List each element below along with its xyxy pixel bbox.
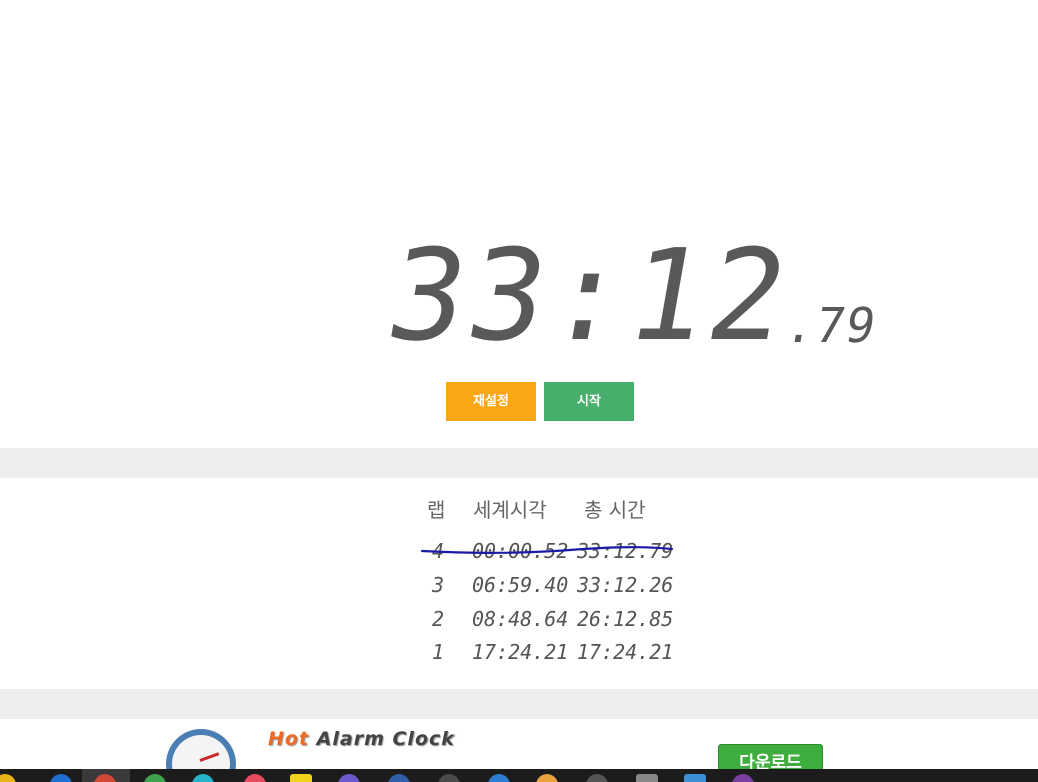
table-row: 1 17:24.21 17:24.21 bbox=[0, 639, 1038, 665]
app-icon[interactable] bbox=[338, 774, 360, 782]
ad-title-hot: Hot bbox=[268, 728, 310, 750]
lap-world-time: 00:00.52 bbox=[472, 539, 569, 563]
lap-number: 1 bbox=[432, 640, 445, 664]
folder-icon[interactable] bbox=[0, 774, 16, 782]
app-icon[interactable] bbox=[636, 774, 658, 782]
app-icon[interactable] bbox=[388, 774, 410, 782]
lap-total-time: 33:12.79 bbox=[577, 539, 674, 563]
lap-world-time: 17:24.21 bbox=[472, 640, 569, 664]
table-row: 4 00:00.52 33:12.79 bbox=[0, 538, 1038, 564]
stopwatch-panel: 33:12.79 재설정 시작 bbox=[0, 0, 1038, 448]
app-icon[interactable] bbox=[732, 774, 754, 782]
time-display: 33:12.79 bbox=[377, 222, 891, 369]
lap-number: 2 bbox=[432, 607, 445, 631]
lap-total-time: 26:12.85 bbox=[577, 607, 674, 631]
table-row: 3 06:59.40 33:12.26 bbox=[0, 572, 1038, 598]
laps-table: 랩 세계시각 총 시간 4 00:00.52 33:12.79 3 06:59.… bbox=[0, 478, 1038, 689]
taskbar bbox=[0, 769, 1038, 782]
table-row: 2 08:48.64 26:12.85 bbox=[0, 606, 1038, 632]
app-icon[interactable] bbox=[536, 774, 558, 782]
section-divider bbox=[0, 689, 1038, 719]
header-lap: 랩 bbox=[427, 498, 446, 522]
alarm-clock-icon bbox=[166, 729, 236, 769]
time-main-digits: 33:12 bbox=[377, 222, 803, 369]
app-icon[interactable] bbox=[290, 774, 312, 782]
ad-banner[interactable]: Hot Alarm Clock 다운로드 bbox=[0, 719, 1038, 769]
browser-icon[interactable] bbox=[144, 774, 166, 782]
lap-number: 3 bbox=[432, 573, 445, 597]
header-total-time: 총 시간 bbox=[584, 498, 646, 522]
ad-title[interactable]: Hot Alarm Clock bbox=[268, 728, 455, 750]
app-icon[interactable] bbox=[438, 774, 460, 782]
lap-total-time: 17:24.21 bbox=[577, 640, 674, 664]
app-icon[interactable] bbox=[586, 774, 608, 782]
start-button[interactable]: 시작 bbox=[544, 382, 634, 421]
lap-number: 4 bbox=[432, 539, 445, 563]
ad-title-rest: Alarm Clock bbox=[316, 728, 455, 750]
lap-world-time: 06:59.40 bbox=[472, 573, 569, 597]
download-button[interactable]: 다운로드 bbox=[718, 744, 823, 769]
reset-button[interactable]: 재설정 bbox=[446, 382, 536, 421]
app-icon[interactable] bbox=[192, 774, 214, 782]
app-icon[interactable] bbox=[244, 774, 266, 782]
lap-total-time: 33:12.26 bbox=[577, 573, 674, 597]
header-world-time: 세계시각 bbox=[473, 498, 547, 522]
section-divider bbox=[0, 448, 1038, 478]
edge-icon[interactable] bbox=[50, 774, 72, 782]
app-icon[interactable] bbox=[488, 774, 510, 782]
app-icon[interactable] bbox=[684, 774, 706, 782]
lap-world-time: 08:48.64 bbox=[472, 607, 569, 631]
time-fraction-digits: .79 bbox=[781, 298, 881, 354]
